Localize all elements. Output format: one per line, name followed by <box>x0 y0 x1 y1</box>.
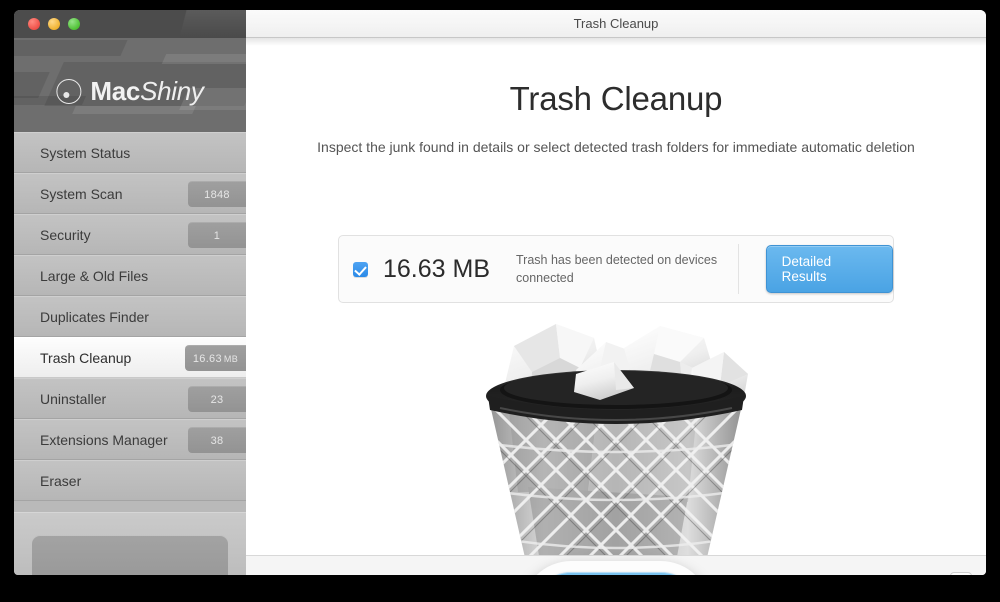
sidebar-item-badge-value: 1848 <box>204 188 230 201</box>
brand-name-light: Shiny <box>140 76 204 106</box>
sidebar-item-label: Eraser <box>40 472 82 489</box>
sidebar-item-duplicates-finder[interactable]: Duplicates Finder <box>14 296 246 337</box>
sidebar-item-badge-value: 1 <box>213 229 221 242</box>
sidebar-item-badge: 38 <box>188 427 246 453</box>
sidebar-item-badge-value: 38 <box>210 434 224 447</box>
minimize-icon[interactable] <box>48 18 60 30</box>
sidebar-item-label: Extensions Manager <box>40 431 168 448</box>
brand-logo: MacShiny <box>56 76 204 107</box>
main-body: Trash Cleanup Inspect the junk found in … <box>246 80 986 575</box>
window-title: Trash Cleanup <box>573 16 659 31</box>
sidebar-footer-panel <box>32 535 228 575</box>
brand-name-bold: Mac <box>90 76 141 106</box>
sidebar-item-label: Trash Cleanup <box>40 349 132 366</box>
sidebar-item-badge: 23 <box>188 386 246 412</box>
sidebar-item-system-scan[interactable]: System Scan 1848 <box>14 173 246 214</box>
sidebar-item-label: Uninstaller <box>40 390 107 407</box>
close-icon[interactable] <box>28 18 40 30</box>
detailed-results-button[interactable]: Detailed Results <box>765 245 893 293</box>
sidebar-footer <box>14 512 246 575</box>
sidebar-item-trash-cleanup[interactable]: Trash Cleanup 16.63 MB <box>14 337 246 378</box>
maximize-icon[interactable] <box>68 18 80 30</box>
select-trash-checkbox[interactable] <box>353 261 368 277</box>
sidebar-item-badge-unit: MB <box>223 353 238 364</box>
help-button[interactable]: ? <box>950 572 972 575</box>
page-subtitle: Inspect the junk found in details or sel… <box>317 139 915 155</box>
main-titlebar: Trash Cleanup <box>246 10 986 46</box>
trash-size-value: 16.63 MB <box>383 254 491 283</box>
circle-shine-icon <box>56 79 82 104</box>
sidebar-item-security[interactable]: Security 1 <box>14 214 246 255</box>
sidebar-item-extensions-manager[interactable]: Extensions Manager 38 <box>14 419 246 460</box>
sidebar-item-label: System Status <box>40 144 131 161</box>
result-card: 16.63 MB Trash has been detected on devi… <box>338 235 894 303</box>
sidebar-item-label: Duplicates Finder <box>40 308 149 325</box>
sidebar: MacShiny System Status System Scan 1848 Sec… <box>14 10 246 575</box>
card-divider <box>737 244 739 294</box>
sidebar-item-label: System Scan <box>40 185 123 202</box>
sidebar-item-eraser[interactable]: Eraser <box>14 460 246 501</box>
clean-button[interactable]: Clean <box>533 572 699 575</box>
page-title: Trash Cleanup <box>509 80 723 117</box>
trash-basket-illustration <box>448 312 784 575</box>
brand-name: MacShiny <box>90 76 204 107</box>
sidebar-item-badge: 16.63 MB <box>184 345 246 371</box>
main-panel: Trash Cleanup Trash Cleanup Inspect the … <box>246 10 986 575</box>
sidebar-item-uninstaller[interactable]: Uninstaller 23 <box>14 378 246 419</box>
sidebar-item-label: Large & Old Files <box>40 267 149 284</box>
sidebar-item-badge-value: 23 <box>210 393 224 406</box>
sidebar-item-label: Security <box>40 226 91 243</box>
sidebar-item-badge-value: 16.63 <box>192 352 222 365</box>
sidebar-item-large-old-files[interactable]: Large & Old Files <box>14 255 246 296</box>
traffic-lights <box>28 18 80 30</box>
sidebar-item-badge: 1 <box>188 222 246 248</box>
sidebar-nav: System Status System Scan 1848 Security 1 Lar… <box>14 132 246 501</box>
sidebar-item-badge: 1848 <box>188 181 246 207</box>
app-window: MacShiny System Status System Scan 1848 Sec… <box>14 10 986 575</box>
sidebar-item-system-status[interactable]: System Status <box>14 132 246 173</box>
trash-description: Trash has been detected on devices conne… <box>516 252 718 285</box>
